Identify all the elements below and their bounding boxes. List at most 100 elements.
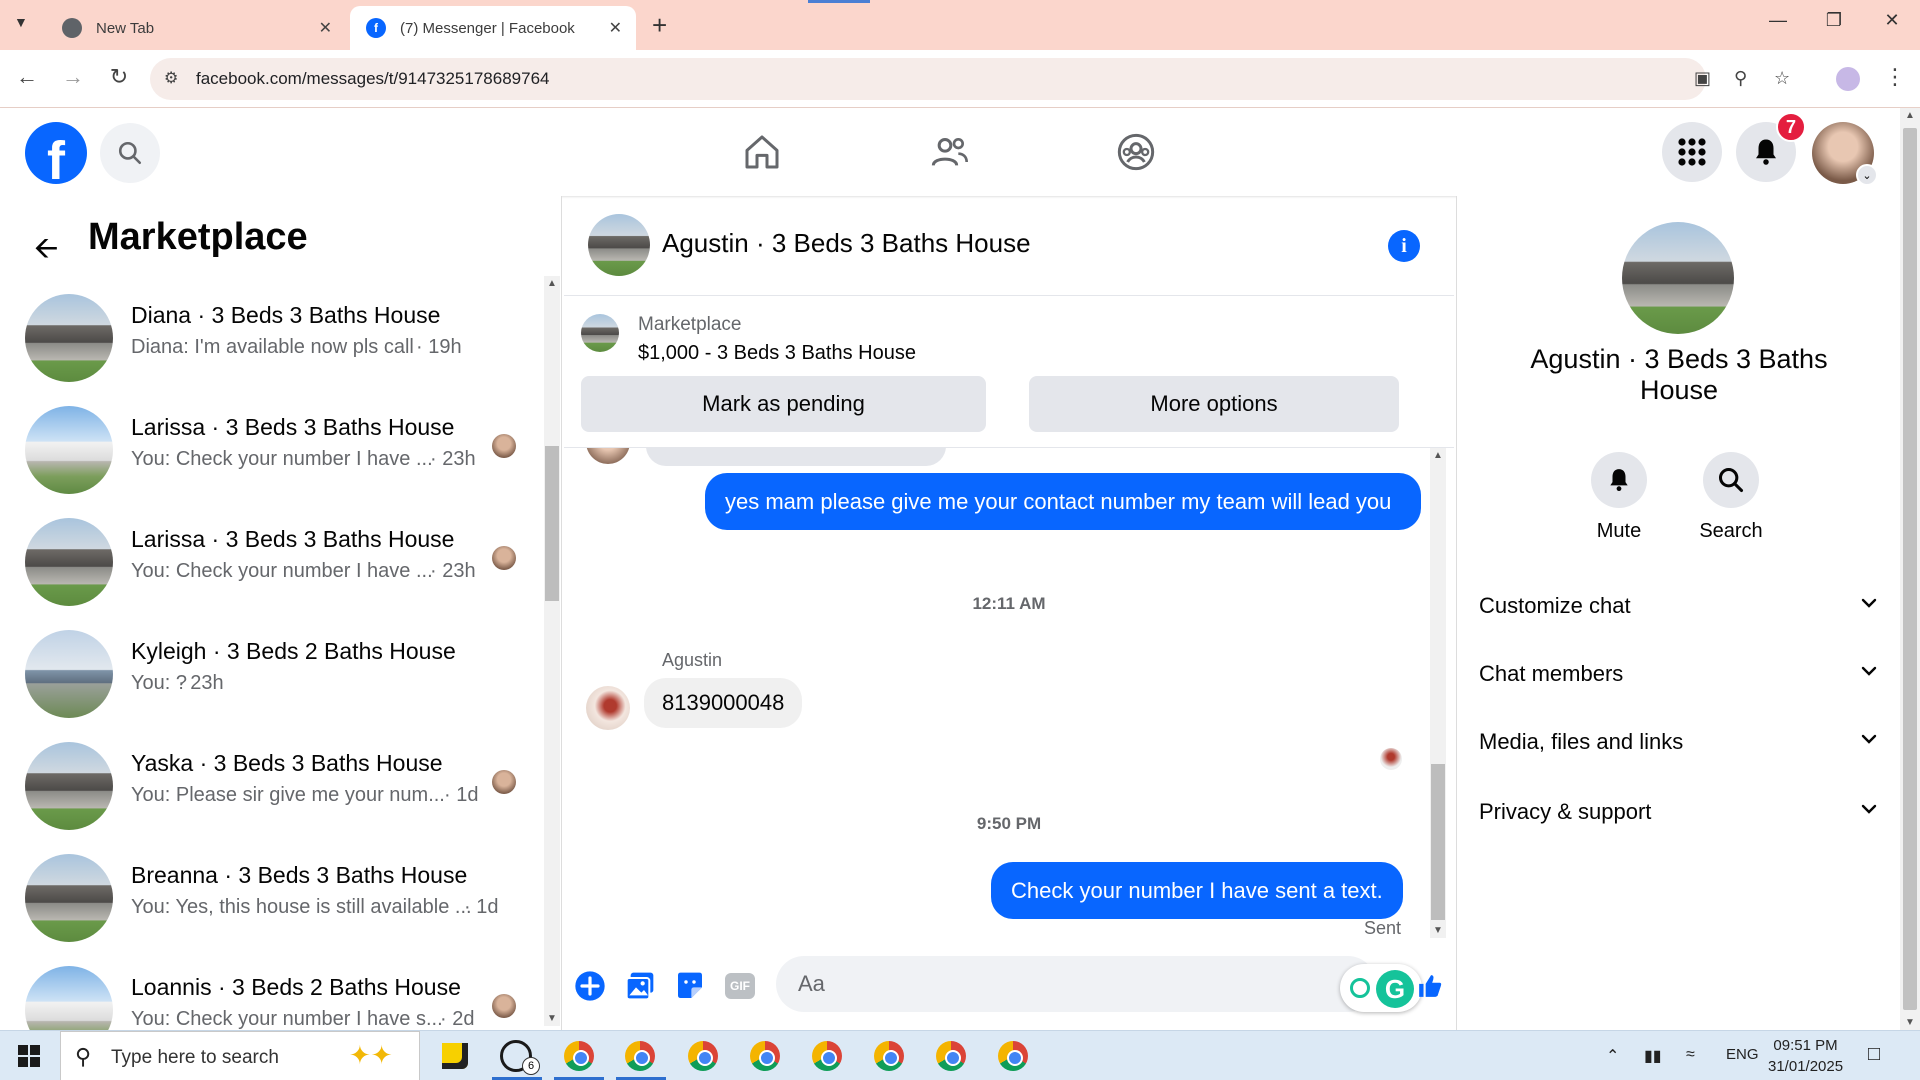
chrome-icon[interactable] xyxy=(874,1041,904,1071)
battery-icon[interactable]: ▮▮ xyxy=(1644,1046,1662,1066)
wifi-icon[interactable]: ≈ xyxy=(1686,1046,1695,1064)
tab-title: New Tab xyxy=(96,19,155,37)
site-settings-icon[interactable]: ⚙ xyxy=(164,68,178,88)
more-options-button[interactable]: More options xyxy=(1029,376,1399,432)
forward-button[interactable]: → xyxy=(58,64,88,90)
chat-members-section[interactable]: Chat members xyxy=(1479,654,1879,694)
outgoing-message[interactable]: Check your number I have sent a text. xyxy=(991,862,1403,919)
back-button[interactable]: ← xyxy=(12,64,42,90)
profile-icon[interactable] xyxy=(1836,67,1860,91)
chrome-icon[interactable] xyxy=(688,1041,718,1071)
chevron-down-icon[interactable]: ⌄ xyxy=(1856,164,1878,186)
customize-chat-section[interactable]: Customize chat xyxy=(1479,586,1879,626)
privacy-support-section[interactable]: Privacy & support xyxy=(1479,792,1879,832)
mute-button[interactable]: Mute xyxy=(1559,452,1679,543)
facebook-logo-icon[interactable]: f xyxy=(25,122,87,184)
chat-item[interactable]: Larissa · 3 Beds 3 Baths House You: Chec… xyxy=(0,388,540,500)
thread-scrollbar[interactable]: ▲ ▼ xyxy=(1430,448,1446,938)
chat-time: · 23h xyxy=(430,560,476,582)
chat-item[interactable]: Loannis · 3 Beds 2 Baths House You: Chec… xyxy=(0,948,540,1030)
minimize-button[interactable]: — xyxy=(1758,10,1798,31)
search-conversation-button[interactable]: Search xyxy=(1671,452,1791,543)
scroll-up-arrow-icon[interactable]: ▲ xyxy=(1902,110,1918,121)
chrome-icon xyxy=(62,18,82,38)
house-avatar xyxy=(25,854,113,942)
search-icon: ⚲ xyxy=(75,1044,92,1069)
like-thumb-icon[interactable] xyxy=(1414,970,1446,1002)
chat-item[interactable]: Diana · 3 Beds 3 Baths House Diana: I'm … xyxy=(0,276,540,388)
chat-item[interactable]: Kyleigh · 3 Beds 2 Baths House You: ? · … xyxy=(0,612,540,724)
chat-item[interactable]: Breanna · 3 Beds 3 Baths House You: Yes,… xyxy=(0,836,540,948)
sticky-notes-icon[interactable] xyxy=(442,1043,468,1069)
back-arrow-icon[interactable]: 🡨 xyxy=(34,226,58,277)
listing-price-title[interactable]: $1,000 - 3 Beds 3 Baths House xyxy=(638,342,916,365)
chat-time: · 23h xyxy=(430,448,476,470)
menu-kebab-icon[interactable]: ⋮ xyxy=(1884,64,1906,90)
zoom-icon[interactable]: ⚲ xyxy=(1734,68,1747,89)
close-icon[interactable]: ✕ xyxy=(609,18,622,38)
chrome-icon[interactable] xyxy=(625,1041,655,1071)
chrome-icon[interactable] xyxy=(750,1041,780,1071)
tray-chevron-up-icon[interactable]: ⌃ xyxy=(1606,1046,1619,1066)
chrome-icon[interactable] xyxy=(564,1041,594,1071)
tab-messenger[interactable]: f (7) Messenger | Facebook ✕ xyxy=(350,6,636,50)
page-scrollbar[interactable]: ▲ ▼ xyxy=(1900,108,1920,1030)
chrome-icon[interactable] xyxy=(998,1041,1028,1071)
restore-button[interactable]: ❐ xyxy=(1814,10,1854,31)
conversation-title[interactable]: Agustin · 3 Beds 3 Baths House xyxy=(662,228,1031,259)
media-files-links-section[interactable]: Media, files and links xyxy=(1479,722,1879,762)
home-icon[interactable] xyxy=(738,128,786,176)
chat-item[interactable]: Yaska · 3 Beds 3 Baths House You: Please… xyxy=(0,724,540,836)
scroll-down-arrow-icon[interactable]: ▼ xyxy=(544,1013,560,1024)
chat-list-scrollbar[interactable]: ▲ ▼ xyxy=(544,276,560,1026)
grammarly-bulb-icon xyxy=(1350,978,1370,998)
search-button[interactable] xyxy=(100,123,160,183)
chat-item[interactable]: Larissa · 3 Beds 3 Baths House You: Chec… xyxy=(0,500,540,612)
taskbar-search-box[interactable]: ⚲ Type here to search ✦✦ xyxy=(60,1031,420,1080)
house-avatar[interactable] xyxy=(588,214,650,276)
bookmark-star-icon[interactable]: ☆ xyxy=(1774,68,1790,89)
notification-center-icon[interactable]: □ xyxy=(1868,1043,1880,1066)
grammarly-widget[interactable]: G xyxy=(1340,964,1422,1012)
install-icon[interactable]: ▣ xyxy=(1694,68,1711,89)
listing-thumbnail[interactable] xyxy=(581,314,619,352)
tab-new-tab[interactable]: New Tab ✕ xyxy=(46,6,346,50)
new-tab-button[interactable]: + xyxy=(652,10,667,41)
bell-icon xyxy=(1610,469,1628,492)
outgoing-message[interactable]: yes mam please give me your contact numb… xyxy=(705,473,1421,530)
reload-button[interactable]: ↻ xyxy=(104,64,134,90)
scroll-down-arrow-icon[interactable]: ▼ xyxy=(1430,925,1446,936)
sender-avatar[interactable] xyxy=(586,686,630,730)
photo-icon[interactable] xyxy=(624,970,656,1002)
omnibox[interactable]: ⚙ facebook.com/messages/t/91473251786897… xyxy=(150,58,1790,100)
scrollbar-thumb[interactable] xyxy=(1431,764,1445,920)
scroll-down-arrow-icon[interactable]: ▼ xyxy=(1902,1017,1918,1028)
mark-as-pending-button[interactable]: Mark as pending xyxy=(581,376,986,432)
friends-icon[interactable] xyxy=(926,128,974,176)
info-icon[interactable]: i xyxy=(1388,230,1420,262)
window-close-button[interactable]: ✕ xyxy=(1872,10,1912,31)
plus-circle-icon[interactable] xyxy=(574,970,606,1002)
sticker-icon[interactable] xyxy=(674,970,706,1002)
house-avatar xyxy=(25,294,113,382)
chrome-icon[interactable] xyxy=(936,1041,966,1071)
incoming-message[interactable]: 8139000048 xyxy=(644,678,803,728)
scrollbar-thumb[interactable] xyxy=(545,446,559,601)
groups-icon[interactable] xyxy=(1112,128,1160,176)
windows-start-icon[interactable] xyxy=(18,1045,40,1067)
url-text[interactable]: facebook.com/messages/t/9147325178689764 xyxy=(196,69,549,89)
notification-badge: 7 xyxy=(1776,112,1806,142)
tab-search-icon[interactable]: ▼ xyxy=(14,14,28,30)
scroll-up-arrow-icon[interactable]: ▲ xyxy=(544,278,560,289)
menu-button[interactable] xyxy=(1662,122,1722,182)
scrollbar-thumb[interactable] xyxy=(1903,128,1917,1010)
message-input[interactable] xyxy=(776,956,1376,1012)
gif-icon[interactable]: GIF xyxy=(724,970,756,1002)
taskbar-clock[interactable]: 09:51 PM 31/01/2025 xyxy=(1768,1035,1843,1077)
scroll-up-arrow-icon[interactable]: ▲ xyxy=(1430,450,1446,461)
account-avatar[interactable]: ⌄ xyxy=(1812,122,1878,186)
chrome-icon[interactable] xyxy=(812,1041,842,1071)
language-indicator[interactable]: ENG xyxy=(1726,1046,1759,1063)
contact-avatar[interactable] xyxy=(1622,222,1734,334)
close-icon[interactable]: ✕ xyxy=(319,18,332,38)
